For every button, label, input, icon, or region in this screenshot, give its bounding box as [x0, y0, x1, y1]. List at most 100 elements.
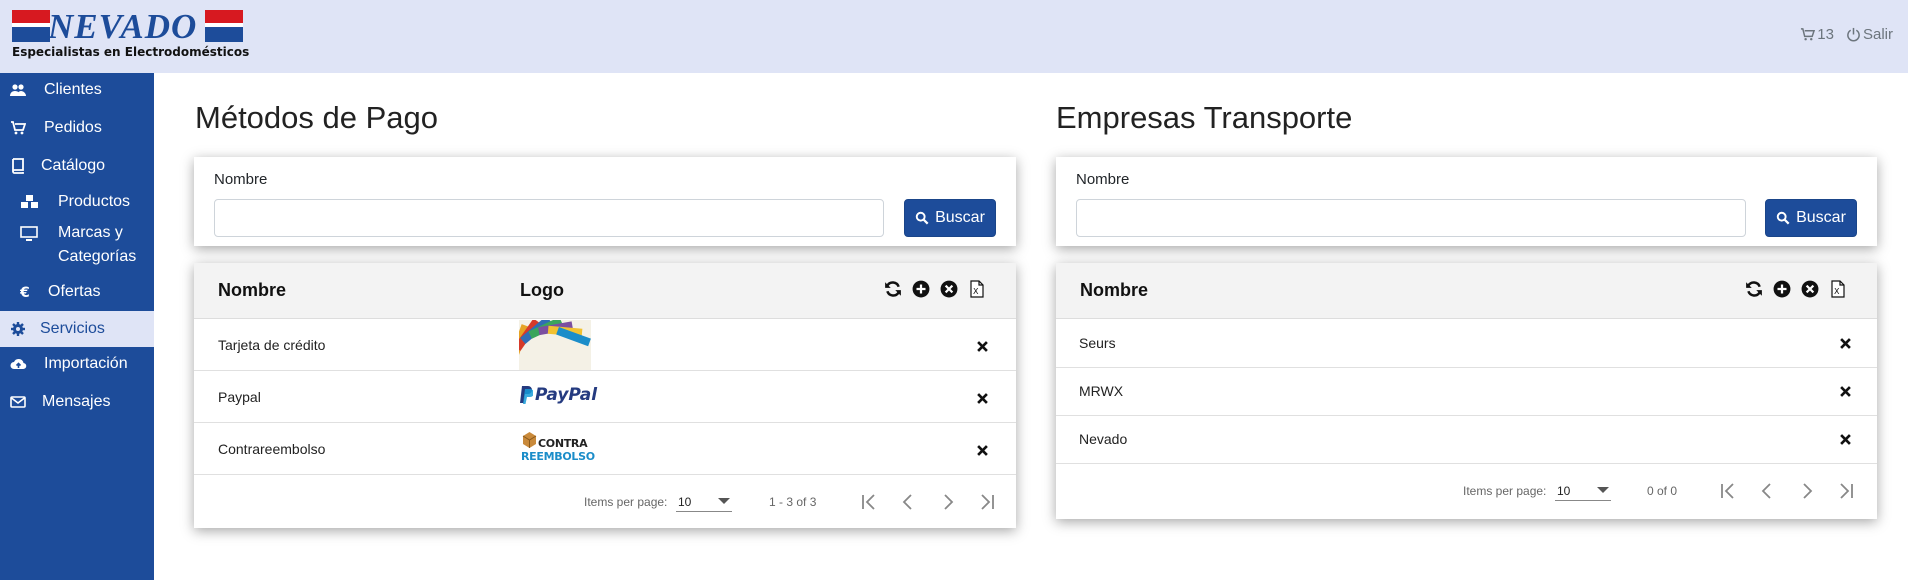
table-row[interactable]: Paypal PayPal — [194, 372, 1016, 423]
transport-paginator: Items per page: 10 0 of 0 — [1056, 464, 1877, 519]
transport-table-header: Nombre X — [1056, 263, 1877, 319]
remove-circle-icon[interactable] — [1801, 280, 1819, 298]
chevron-down-icon — [1597, 487, 1609, 493]
table-row[interactable]: Contrareembolso CONTRA REEMBOLSO — [194, 424, 1016, 475]
first-page-icon[interactable] — [1717, 480, 1739, 502]
previous-page-icon[interactable] — [1756, 480, 1778, 502]
row-name: MRWX — [1079, 383, 1124, 399]
transport-search-button[interactable]: Buscar — [1765, 199, 1857, 237]
logout-link[interactable]: Salir — [1846, 26, 1893, 43]
transport-table-tools: X — [1745, 280, 1847, 298]
cubes-icon — [21, 195, 38, 208]
gear-icon — [11, 322, 25, 336]
delete-icon[interactable] — [1840, 386, 1851, 397]
sidebar-item-label: Ofertas — [48, 283, 101, 300]
sidebar-item-label: Importación — [44, 355, 128, 372]
sidebar: Clientes Pedidos Catálogo Productos Marc… — [0, 73, 154, 580]
transport-name-input[interactable] — [1076, 199, 1746, 237]
transport-companies-title: Empresas Transporte — [1056, 100, 1353, 135]
cloud-upload-icon — [10, 358, 27, 370]
svg-text:X: X — [973, 287, 979, 296]
box-icon — [522, 432, 537, 448]
payment-table-header: Nombre Logo X — [194, 263, 1016, 319]
sidebar-item-label: Marcas y — [58, 224, 123, 241]
items-per-page-label: Items per page: — [1463, 484, 1547, 498]
row-name: Paypal — [218, 389, 261, 405]
sidebar-item-pedidos[interactable]: Pedidos — [0, 119, 154, 149]
cart-icon — [1801, 28, 1816, 41]
top-header: NEVADO Especialistas en Electrodoméstico… — [0, 0, 1908, 73]
add-icon[interactable] — [912, 280, 930, 298]
credit-cards-logo — [519, 320, 591, 370]
transport-filter-label: Nombre — [1076, 171, 1130, 188]
items-per-page-label: Items per page: — [584, 495, 668, 509]
items-per-page-value: 10 — [1557, 484, 1571, 498]
refresh-icon[interactable] — [1745, 280, 1763, 298]
sidebar-item-ofertas[interactable]: € Ofertas — [0, 283, 154, 313]
sidebar-item-label: Clientes — [44, 81, 102, 98]
previous-page-icon[interactable] — [897, 491, 919, 513]
transport-filter-card: Nombre Buscar — [1056, 157, 1877, 246]
delete-icon[interactable] — [1840, 434, 1851, 445]
sidebar-item-label: Servicios — [40, 320, 105, 337]
paypal-p-icon — [520, 386, 533, 404]
delete-icon[interactable] — [1840, 338, 1851, 349]
delete-icon[interactable] — [977, 341, 988, 352]
sidebar-item-marcas-categorias[interactable]: Marcas y Categorías — [0, 224, 154, 277]
add-icon[interactable] — [1773, 280, 1791, 298]
search-icon — [1776, 211, 1790, 225]
remove-circle-icon[interactable] — [940, 280, 958, 298]
row-name: Tarjeta de crédito — [218, 337, 326, 353]
payment-search-button[interactable]: Buscar — [904, 199, 996, 237]
payment-table-tools: X — [884, 280, 986, 298]
users-icon — [10, 84, 26, 96]
table-row[interactable]: Nevado — [1056, 416, 1877, 464]
refresh-icon[interactable] — [884, 280, 902, 298]
euro-icon: € — [20, 285, 30, 300]
contrareembolso-logo-text-1: CONTRA — [538, 437, 588, 450]
table-row[interactable]: Seurs — [1056, 320, 1877, 368]
column-header-nombre[interactable]: Nombre — [1080, 280, 1148, 301]
row-name: Nevado — [1079, 431, 1128, 447]
last-page-icon[interactable] — [1835, 480, 1857, 502]
delete-icon[interactable] — [977, 393, 988, 404]
sidebar-item-servicios[interactable]: Servicios — [0, 311, 154, 347]
nevado-logo[interactable]: NEVADO Especialistas en Electrodoméstico… — [12, 7, 249, 60]
next-page-icon[interactable] — [1796, 480, 1818, 502]
search-icon — [915, 211, 929, 225]
transport-table-card: Nombre X Seurs MRWX Nevado Items per pag… — [1056, 263, 1877, 519]
items-per-page-value: 10 — [678, 495, 692, 509]
table-row[interactable]: Tarjeta de crédito — [194, 320, 1016, 371]
column-header-logo[interactable]: Logo — [520, 280, 564, 301]
monitor-icon — [20, 226, 38, 241]
sidebar-item-mensajes[interactable]: Mensajes — [0, 393, 154, 423]
table-row[interactable]: MRWX — [1056, 368, 1877, 416]
header-actions: 13 Salir — [1800, 26, 1893, 43]
last-page-icon[interactable] — [976, 491, 998, 513]
excel-export-icon[interactable]: X — [968, 280, 986, 298]
contrareembolso-logo-text-2: REEMBOLSO — [521, 450, 595, 463]
cart-icon — [11, 121, 26, 135]
payment-filter-card: Nombre Buscar — [194, 157, 1016, 246]
excel-export-icon[interactable]: X — [1829, 280, 1847, 298]
cart-link[interactable]: 13 — [1800, 26, 1834, 43]
next-page-icon[interactable] — [937, 491, 959, 513]
contrareembolso-logo: CONTRA REEMBOLSO — [518, 431, 595, 467]
payment-methods-title: Métodos de Pago — [195, 100, 439, 135]
sidebar-item-label: Catálogo — [41, 157, 106, 174]
sidebar-item-importacion[interactable]: Importación — [0, 355, 154, 385]
cart-count: 13 — [1817, 26, 1834, 43]
first-page-icon[interactable] — [858, 491, 880, 513]
sidebar-item-label: Pedidos — [44, 119, 102, 136]
sidebar-item-clientes[interactable]: Clientes — [0, 81, 154, 111]
sidebar-item-label: Productos — [58, 193, 131, 210]
delete-icon[interactable] — [977, 445, 988, 456]
items-per-page-select[interactable]: 10 — [1555, 481, 1611, 501]
sidebar-item-productos[interactable]: Productos — [0, 193, 154, 223]
column-header-nombre[interactable]: Nombre — [218, 280, 286, 301]
payment-name-input[interactable] — [214, 199, 884, 237]
items-per-page-select[interactable]: 10 — [676, 492, 732, 512]
search-button-label: Buscar — [935, 209, 985, 226]
paypal-logo-text: PayPal — [535, 385, 598, 405]
sidebar-item-catalogo[interactable]: Catálogo — [0, 157, 154, 187]
